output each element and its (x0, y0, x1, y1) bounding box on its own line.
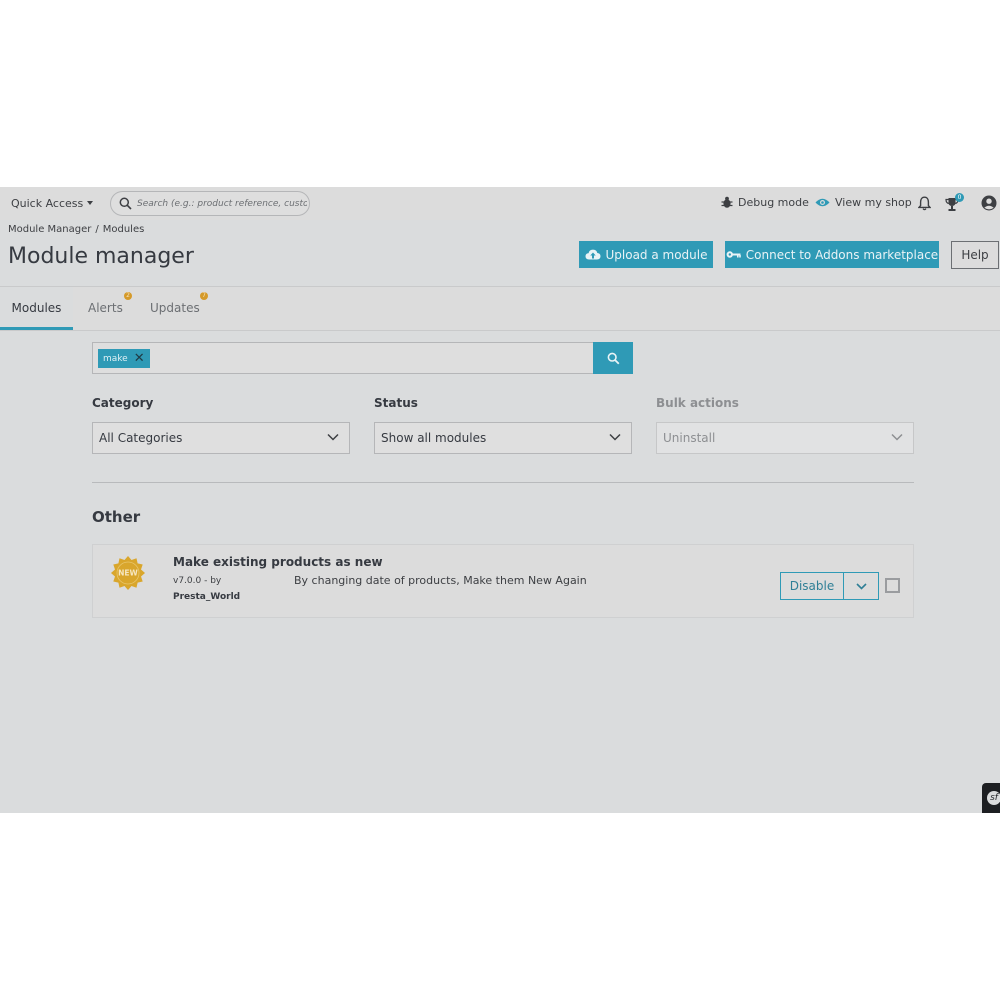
new-badge-text: NEW (118, 569, 138, 578)
search-icon (607, 352, 619, 364)
category-value: All Categories (99, 431, 183, 445)
search-box[interactable] (110, 191, 310, 216)
chevron-down-icon (327, 433, 339, 441)
eye-icon (815, 198, 830, 207)
bug-icon (721, 196, 733, 208)
tab-bar: Modules Alerts 2 Updates 7 (0, 286, 1000, 331)
tab-modules[interactable]: Modules (0, 287, 73, 330)
chevron-down-icon (891, 433, 903, 441)
module-author: Presta_World (173, 592, 241, 602)
status-value: Show all modules (381, 431, 487, 445)
view-shop-link[interactable]: View my shop (815, 196, 912, 209)
tab-modules-label: Modules (11, 301, 62, 315)
status-label: Status (374, 396, 418, 410)
updates-count-badge: 7 (200, 292, 208, 300)
trophy-button[interactable]: 0 (945, 193, 964, 212)
user-account-icon[interactable] (981, 195, 997, 211)
quick-access-label: Quick Access (11, 197, 84, 210)
key-icon (726, 251, 741, 258)
quick-access-menu[interactable]: Quick Access (11, 197, 94, 210)
page-title: Module manager (8, 244, 194, 269)
section-divider (92, 482, 914, 483)
breadcrumb: Module Manager / Modules (8, 224, 144, 235)
breadcrumb-item-modules[interactable]: Modules (103, 224, 145, 235)
status-select[interactable]: Show all modules (374, 422, 632, 454)
caret-down-icon (87, 201, 94, 205)
debug-mode-label: Debug mode (738, 196, 809, 209)
breadcrumb-separator: / (95, 224, 99, 235)
upload-module-label: Upload a module (605, 247, 708, 262)
upload-module-button[interactable]: Upload a module (579, 241, 713, 268)
debug-mode-link[interactable]: Debug mode (721, 196, 809, 209)
tab-updates[interactable]: Updates 7 (150, 287, 215, 330)
search-input[interactable] (137, 195, 307, 212)
tab-alerts[interactable]: Alerts 2 (88, 287, 138, 330)
module-version: v7.0.0 - by (173, 576, 222, 586)
connect-addons-label: Connect to Addons marketplace (745, 247, 939, 262)
module-filter-input[interactable]: make ✕ (92, 342, 594, 374)
filter-tag-label: make (103, 353, 128, 364)
category-select[interactable]: All Categories (92, 422, 350, 454)
module-name[interactable]: Make existing products as new (173, 555, 383, 569)
chevron-down-icon (609, 433, 621, 441)
tab-alerts-label: Alerts (88, 301, 123, 315)
tab-updates-label: Updates (150, 301, 200, 315)
help-button[interactable]: Help (951, 241, 999, 269)
symfony-toolbar-toggle[interactable]: sf (982, 783, 1000, 813)
section-title: Other (92, 508, 141, 526)
module-description: By changing date of products, Make them … (294, 574, 587, 587)
top-bar: Quick Access Debug mode View my shop 0 (0, 187, 1000, 220)
bell-icon[interactable] (918, 196, 931, 211)
cloud-upload-icon (585, 249, 600, 260)
admin-screen: Quick Access Debug mode View my shop 0 M… (0, 187, 1000, 813)
module-card: NEW Make existing products as new v7.0.0… (92, 544, 914, 618)
filter-search-button[interactable] (593, 342, 633, 374)
breadcrumb-item-module-manager[interactable]: Module Manager (8, 224, 91, 235)
remove-tag-icon[interactable]: ✕ (134, 352, 145, 365)
symfony-icon: sf (987, 791, 1000, 805)
bulk-actions-value: Uninstall (663, 431, 716, 445)
alerts-count-badge: 2 (124, 292, 132, 300)
category-label: Category (92, 396, 154, 410)
disable-button[interactable]: Disable (780, 572, 844, 600)
view-shop-label: View my shop (835, 196, 912, 209)
filter-tag: make ✕ (98, 349, 150, 368)
bulk-actions-select[interactable]: Uninstall (656, 422, 914, 454)
connect-addons-button[interactable]: Connect to Addons marketplace (725, 241, 939, 268)
new-badge-logo: NEW (111, 556, 145, 590)
module-actions-dropdown[interactable] (843, 572, 879, 600)
trophy-badge: 0 (955, 193, 964, 202)
chevron-down-icon (855, 582, 867, 590)
module-select-checkbox[interactable] (885, 578, 900, 593)
search-icon (119, 197, 132, 210)
bulk-actions-label: Bulk actions (656, 396, 739, 410)
